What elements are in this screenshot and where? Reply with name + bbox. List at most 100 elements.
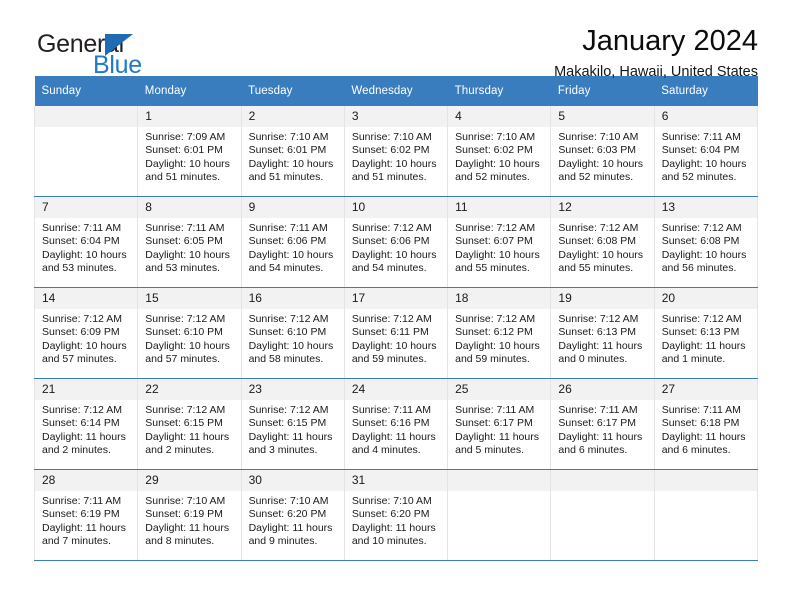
day-sunrise-text: Sunrise: 7:12 AM (455, 313, 536, 325)
calendar-day-cell[interactable]: 22 Sunrise: 7:12 AM Sunset: 6:15 PM Dayligh… (137, 378, 242, 470)
day-daylight-1-text: Daylight: 11 hours (558, 339, 643, 352)
calendar-day-cell-empty (447, 469, 552, 561)
calendar-day-cell[interactable]: 18 Sunrise: 7:12 AM Sunset: 6:12 PM Dayligh… (447, 287, 552, 379)
day-sunset-text: Sunset: 6:16 PM (351, 417, 430, 430)
weekday-header-thursday: Thursday (447, 76, 551, 106)
calendar-day-cell[interactable]: 31 Sunrise: 7:10 AM Sunset: 6:20 PM Dayligh… (343, 469, 449, 561)
day-sunrise-text: Sunrise: 7:12 AM (558, 222, 639, 234)
calendar-page: General Blue January 2024 Makakilo, Hawa… (0, 0, 792, 612)
calendar-day-cell[interactable]: 9 Sunrise: 7:11 AM Sunset: 6:06 PM Daylight… (240, 196, 345, 288)
day-daylight-2-text: and 51 minutes. (351, 171, 427, 184)
calendar-day-cell[interactable]: 1 Sunrise: 7:09 AM Sunset: 6:01 PM Daylight… (137, 106, 242, 197)
day-number: 6 (654, 106, 757, 127)
day-number: 1 (138, 106, 241, 127)
day-details: Sunrise: 7:12 AM Sunset: 6:15 PM Daylight:… (138, 400, 240, 458)
calendar-week-row: 28 Sunrise: 7:11 AM Sunset: 6:19 PM Dayligh… (33, 469, 759, 561)
calendar-day-cell[interactable]: 4 Sunrise: 7:10 AM Sunset: 6:02 PM Daylight… (447, 106, 552, 197)
day-details: Sunrise: 7:12 AM Sunset: 6:10 PM Daylight:… (138, 309, 240, 367)
calendar-day-cell[interactable]: 8 Sunrise: 7:11 AM Sunset: 6:05 PM Daylight… (137, 196, 242, 288)
day-daylight-2-text: and 52 minutes. (455, 171, 530, 184)
day-daylight-2-text: and 2 minutes. (42, 444, 111, 457)
calendar-day-cell[interactable]: 24 Sunrise: 7:11 AM Sunset: 6:16 PM Dayligh… (343, 378, 449, 470)
day-sunset-text: Sunset: 6:17 PM (455, 417, 533, 430)
day-sunset-text: Sunset: 6:14 PM (42, 417, 120, 430)
calendar-day-cell[interactable]: 23 Sunrise: 7:12 AM Sunset: 6:15 PM Dayligh… (240, 378, 345, 470)
day-sunset-text: Sunset: 6:13 PM (661, 326, 740, 339)
day-sunset-text: Sunset: 6:08 PM (661, 235, 740, 248)
calendar-day-cell[interactable]: 3 Sunrise: 7:10 AM Sunset: 6:02 PM Daylight… (343, 106, 449, 197)
day-details: Sunrise: 7:12 AM Sunset: 6:08 PM Daylight:… (655, 218, 757, 276)
day-sunrise-text: Sunrise: 7:11 AM (351, 404, 432, 416)
day-details: Sunrise: 7:11 AM Sunset: 6:17 PM Daylight:… (448, 400, 550, 458)
day-daylight-2-text: and 1 minute. (661, 353, 726, 366)
calendar-day-cell[interactable]: 21 Sunrise: 7:12 AM Sunset: 6:14 PM Dayligh… (33, 378, 139, 470)
day-daylight-1-text: Daylight: 10 hours (248, 157, 334, 170)
day-details: Sunrise: 7:12 AM Sunset: 6:14 PM Daylight:… (35, 400, 137, 458)
calendar-day-cell[interactable]: 14 Sunrise: 7:12 AM Sunset: 6:09 PM Dayligh… (33, 287, 139, 379)
day-daylight-1-text: Daylight: 10 hours (455, 157, 540, 170)
day-daylight-2-text: and 51 minutes. (248, 171, 324, 184)
day-daylight-1-text: Daylight: 11 hours (248, 521, 333, 534)
day-sunrise-text: Sunrise: 7:10 AM (248, 495, 329, 507)
day-daylight-2-text: and 9 minutes. (248, 535, 318, 548)
day-number: 31 (344, 470, 448, 491)
day-daylight-1-text: Daylight: 11 hours (351, 521, 436, 534)
calendar-day-cell[interactable]: 2 Sunrise: 7:10 AM Sunset: 6:01 PM Daylight… (240, 106, 345, 197)
day-number: 16 (241, 288, 344, 309)
day-details: Sunrise: 7:12 AM Sunset: 6:09 PM Daylight:… (35, 309, 137, 367)
calendar-day-cell[interactable]: 10 Sunrise: 7:12 AM Sunset: 6:06 PM Dayligh… (343, 196, 449, 288)
calendar-day-cell[interactable]: 17 Sunrise: 7:12 AM Sunset: 6:11 PM Dayligh… (343, 287, 449, 379)
calendar-day-cell[interactable]: 27 Sunrise: 7:11 AM Sunset: 6:18 PM Dayligh… (653, 378, 759, 470)
day-daylight-2-text: and 6 minutes. (661, 444, 731, 457)
calendar-day-cell[interactable]: 29 Sunrise: 7:10 AM Sunset: 6:19 PM Dayligh… (137, 469, 242, 561)
calendar-day-cell[interactable]: 5 Sunrise: 7:10 AM Sunset: 6:03 PM Daylight… (550, 106, 655, 197)
day-sunset-text: Sunset: 6:09 PM (42, 326, 120, 339)
calendar-day-cell[interactable]: 6 Sunrise: 7:11 AM Sunset: 6:04 PM Daylight… (653, 106, 759, 197)
day-sunset-text: Sunset: 6:18 PM (661, 417, 740, 430)
calendar-day-cell[interactable]: 12 Sunrise: 7:12 AM Sunset: 6:08 PM Dayligh… (550, 196, 655, 288)
calendar-day-cell[interactable]: 30 Sunrise: 7:10 AM Sunset: 6:20 PM Dayligh… (240, 469, 345, 561)
day-sunset-text: Sunset: 6:07 PM (455, 235, 533, 248)
day-number: 23 (241, 379, 344, 400)
calendar-day-cell[interactable]: 26 Sunrise: 7:11 AM Sunset: 6:17 PM Dayligh… (550, 378, 655, 470)
weekday-header-wednesday: Wednesday (344, 76, 448, 106)
calendar-day-cell[interactable]: 25 Sunrise: 7:11 AM Sunset: 6:17 PM Dayligh… (447, 378, 552, 470)
day-daylight-1-text: Daylight: 11 hours (351, 430, 436, 443)
day-sunrise-text: Sunrise: 7:11 AM (558, 404, 638, 416)
calendar-day-cell[interactable]: 13 Sunrise: 7:12 AM Sunset: 6:08 PM Dayligh… (653, 196, 759, 288)
calendar-body: 1 Sunrise: 7:09 AM Sunset: 6:01 PM Daylight… (33, 106, 759, 561)
day-details: Sunrise: 7:12 AM Sunset: 6:10 PM Daylight:… (242, 309, 344, 367)
calendar-day-cell[interactable]: 20 Sunrise: 7:12 AM Sunset: 6:13 PM Dayligh… (653, 287, 759, 379)
day-daylight-2-text: and 55 minutes. (455, 262, 530, 275)
day-number: 5 (551, 106, 654, 127)
calendar-day-cell[interactable]: 16 Sunrise: 7:12 AM Sunset: 6:10 PM Dayligh… (240, 287, 345, 379)
day-sunset-text: Sunset: 6:20 PM (248, 508, 327, 521)
day-number (551, 470, 654, 491)
day-details: Sunrise: 7:12 AM Sunset: 6:12 PM Daylight:… (448, 309, 550, 367)
day-details: Sunrise: 7:12 AM Sunset: 6:08 PM Daylight:… (551, 218, 653, 276)
day-sunset-text: Sunset: 6:02 PM (351, 144, 430, 157)
day-daylight-2-text: and 5 minutes. (455, 444, 525, 457)
day-daylight-2-text: and 52 minutes. (558, 171, 634, 184)
calendar-day-cell[interactable]: 7 Sunrise: 7:11 AM Sunset: 6:04 PM Daylight… (33, 196, 139, 288)
day-daylight-1-text: Daylight: 10 hours (351, 248, 437, 261)
day-sunrise-text: Sunrise: 7:11 AM (145, 222, 225, 234)
general-blue-logo[interactable]: General Blue (34, 26, 214, 82)
logo-text-blue: Blue (93, 51, 142, 79)
day-daylight-1-text: Daylight: 10 hours (661, 248, 747, 261)
day-sunset-text: Sunset: 6:20 PM (351, 508, 430, 521)
day-daylight-1-text: Daylight: 11 hours (248, 430, 333, 443)
calendar-day-cell[interactable]: 28 Sunrise: 7:11 AM Sunset: 6:19 PM Dayligh… (33, 469, 139, 561)
day-sunrise-text: Sunrise: 7:11 AM (661, 404, 741, 416)
day-daylight-2-text: and 2 minutes. (145, 444, 215, 457)
calendar-day-cell[interactable]: 19 Sunrise: 7:12 AM Sunset: 6:13 PM Dayligh… (550, 287, 655, 379)
day-sunset-text: Sunset: 6:19 PM (145, 508, 223, 521)
day-details: Sunrise: 7:11 AM Sunset: 6:04 PM Daylight:… (35, 218, 137, 276)
calendar-day-cell[interactable]: 11 Sunrise: 7:12 AM Sunset: 6:07 PM Dayligh… (447, 196, 552, 288)
calendar-day-cell[interactable]: 15 Sunrise: 7:12 AM Sunset: 6:10 PM Dayligh… (137, 287, 242, 379)
day-sunrise-text: Sunrise: 7:12 AM (145, 404, 226, 416)
day-daylight-1-text: Daylight: 11 hours (42, 430, 126, 443)
day-daylight-1-text: Daylight: 10 hours (455, 248, 540, 261)
day-details: Sunrise: 7:11 AM Sunset: 6:04 PM Daylight:… (655, 127, 757, 185)
day-number: 20 (654, 288, 757, 309)
